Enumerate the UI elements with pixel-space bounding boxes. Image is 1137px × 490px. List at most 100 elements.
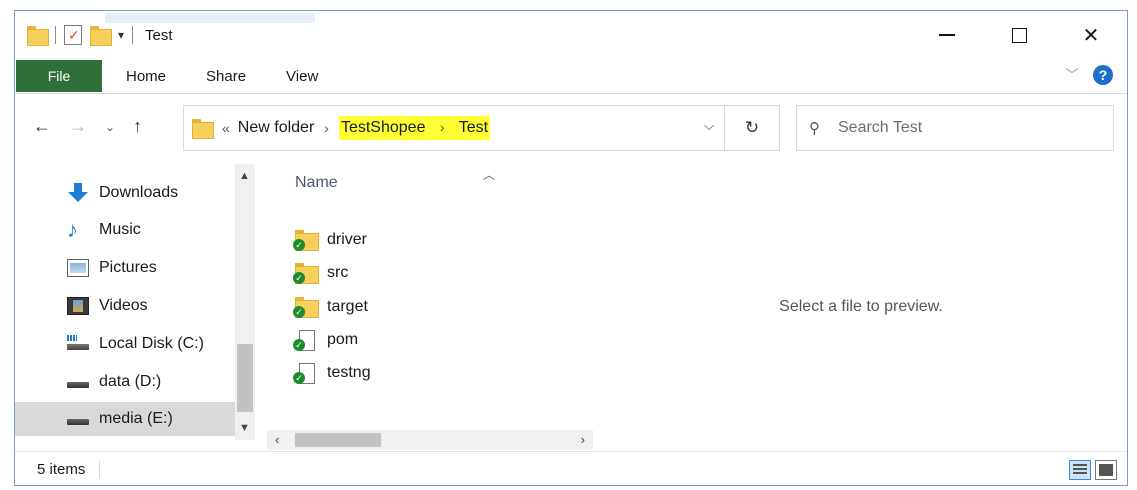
navigation-bar: ← → ⌄ ↑ « New folder › TestShopee › Test… — [15, 94, 1127, 164]
nav-item-pictures[interactable]: Pictures — [15, 251, 235, 285]
nav-item-label: Videos — [99, 297, 148, 314]
forward-arrow-icon[interactable]: → — [69, 116, 87, 137]
window-title: Test — [145, 26, 173, 44]
preview-message: Select a file to preview. — [779, 298, 943, 315]
sync-check-icon: ✓ — [293, 339, 305, 351]
breadcrumb-overflow[interactable]: « — [222, 120, 230, 136]
address-bar[interactable]: « New folder › TestShopee › Test ⌵ — [183, 105, 725, 151]
nav-item-music[interactable]: ♪ Music — [15, 213, 235, 247]
list-item[interactable]: ✓ src — [293, 258, 348, 288]
breadcrumb: « New folder › TestShopee › Test — [222, 116, 491, 140]
document-icon: ✓ — [293, 363, 317, 384]
sync-check-icon: ✓ — [293, 239, 305, 251]
minimize-button[interactable] — [911, 11, 983, 59]
nav-item-label: Music — [99, 221, 141, 238]
nav-pane-scrollbar[interactable]: ▲ ▼ — [235, 164, 255, 440]
nav-item-videos[interactable]: Videos — [15, 289, 235, 323]
music-icon: ♪ — [67, 217, 78, 242]
close-icon: ✕ — [1082, 24, 1100, 47]
file-name: driver — [327, 231, 368, 248]
title-bar: ✓ ▾ Test ✕ — [15, 11, 1127, 59]
view-toggle — [1069, 460, 1117, 480]
list-item[interactable]: ✓ driver — [293, 225, 368, 255]
recent-locations-chevron-icon[interactable]: ⌄ — [105, 120, 115, 134]
nav-item-label: media (E:) — [99, 410, 173, 427]
close-button[interactable]: ✕ — [1055, 11, 1127, 59]
scroll-down-icon[interactable]: ▼ — [239, 422, 250, 434]
list-item[interactable]: ✓ testng — [293, 358, 371, 388]
breadcrumb-test[interactable]: Test — [459, 119, 488, 136]
file-name: testng — [327, 364, 371, 381]
tab-file[interactable]: File — [16, 60, 102, 92]
search-icon: ⚲ — [809, 120, 820, 137]
ribbon-tabs: File Home Share View ﹀ ? — [15, 59, 1127, 93]
folder-icon: ✓ — [293, 230, 319, 251]
back-arrow-icon[interactable]: ← — [33, 116, 51, 137]
breadcrumb-testshopee[interactable]: TestShopee — [341, 119, 426, 136]
explorer-window: ✓ ▾ Test ✕ File Home Share View ﹀ ? ← → … — [14, 10, 1128, 486]
refresh-icon: ↻ — [744, 118, 760, 137]
toolbar-separator — [55, 26, 56, 44]
breadcrumb-separator-icon[interactable]: › — [440, 119, 445, 135]
tab-home[interactable]: Home — [126, 68, 166, 85]
address-dropdown-chevron-icon[interactable]: ⌵ — [704, 118, 714, 134]
expand-ribbon-chevron-icon[interactable]: ﹀ — [1065, 65, 1079, 85]
drive-icon — [67, 410, 89, 428]
breadcrumb-new-folder[interactable]: New folder — [238, 119, 314, 137]
scrollbar-thumb[interactable] — [237, 344, 253, 412]
file-list: ︿ Name ✓ driver ✓ src ✓ target ✓ pom ✓ t… — [267, 164, 593, 440]
nav-item-label: data (D:) — [99, 373, 162, 390]
up-arrow-icon[interactable]: ↑ — [133, 116, 142, 137]
maximize-icon — [1011, 27, 1027, 43]
toolbar-separator — [132, 26, 134, 44]
file-name: pom — [327, 331, 359, 348]
videos-icon — [67, 297, 89, 315]
maximize-button[interactable] — [983, 11, 1055, 59]
scrollbar-thumb[interactable] — [295, 433, 381, 447]
properties-icon[interactable]: ✓ — [64, 25, 82, 45]
sort-ascending-icon: ︿ — [483, 168, 496, 182]
navigation-buttons: ← → ⌄ ↑ — [33, 116, 142, 137]
search-box[interactable]: ⚲ Search Test — [796, 105, 1114, 151]
folder-icon — [27, 26, 49, 46]
nav-item-label: Pictures — [99, 259, 157, 276]
sync-check-icon: ✓ — [293, 372, 305, 384]
scroll-up-icon[interactable]: ▲ — [239, 170, 250, 182]
breadcrumb-highlight: TestShopee › Test — [338, 116, 491, 140]
scroll-right-icon[interactable]: › — [581, 432, 585, 447]
nav-item-local-disk-c[interactable]: Local Disk (C:) — [15, 327, 235, 361]
list-item[interactable]: ✓ target — [293, 292, 368, 322]
local-disk-icon — [67, 335, 89, 353]
search-placeholder[interactable]: Search Test — [838, 119, 922, 137]
list-item[interactable]: ✓ pom — [293, 325, 359, 355]
ribbon-right-controls: ﹀ ? — [1065, 65, 1113, 85]
scroll-left-icon[interactable]: ‹ — [275, 432, 279, 447]
nav-item-media-e[interactable]: media (E:) — [15, 402, 235, 436]
sync-check-icon: ✓ — [293, 306, 305, 318]
column-header-name[interactable]: Name — [295, 174, 338, 192]
refresh-button[interactable]: ↻ — [725, 105, 780, 151]
folder-icon — [192, 119, 214, 139]
nav-item-downloads[interactable]: Downloads — [15, 176, 235, 210]
file-list-horizontal-scrollbar[interactable]: ‹ › — [267, 430, 593, 450]
tab-share[interactable]: Share — [206, 68, 246, 85]
help-icon[interactable]: ? — [1093, 65, 1113, 85]
navigation-pane: Downloads ♪ Music Pictures Videos Local … — [15, 164, 255, 440]
nav-item-label: Local Disk (C:) — [99, 335, 204, 352]
customize-toolbar-caret-icon[interactable]: ▾ — [118, 28, 124, 42]
tab-view[interactable]: View — [286, 68, 318, 85]
download-icon — [67, 183, 89, 202]
nav-item-data-d[interactable]: data (D:) — [15, 365, 235, 399]
details-view-icon[interactable] — [1069, 460, 1091, 480]
status-bar: 5 items — [15, 451, 1127, 485]
large-icons-view-icon[interactable] — [1095, 460, 1117, 480]
folder-icon: ✓ — [293, 297, 319, 318]
file-name: target — [327, 298, 368, 315]
minimize-icon — [939, 34, 955, 36]
drive-icon — [67, 373, 89, 391]
quick-access-toolbar: ✓ ▾ Test — [15, 25, 173, 46]
sync-check-icon: ✓ — [293, 272, 305, 284]
folder-icon: ✓ — [293, 263, 319, 284]
new-folder-icon[interactable] — [90, 26, 112, 46]
breadcrumb-separator-icon[interactable]: › — [324, 120, 329, 136]
